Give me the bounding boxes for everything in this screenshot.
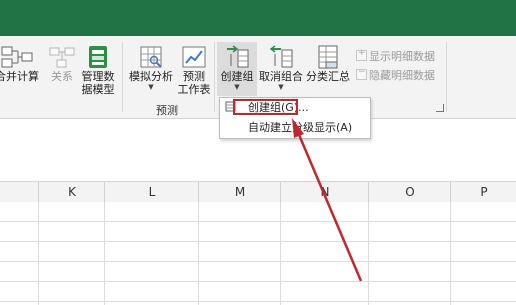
annotation-arrow (292, 118, 363, 282)
